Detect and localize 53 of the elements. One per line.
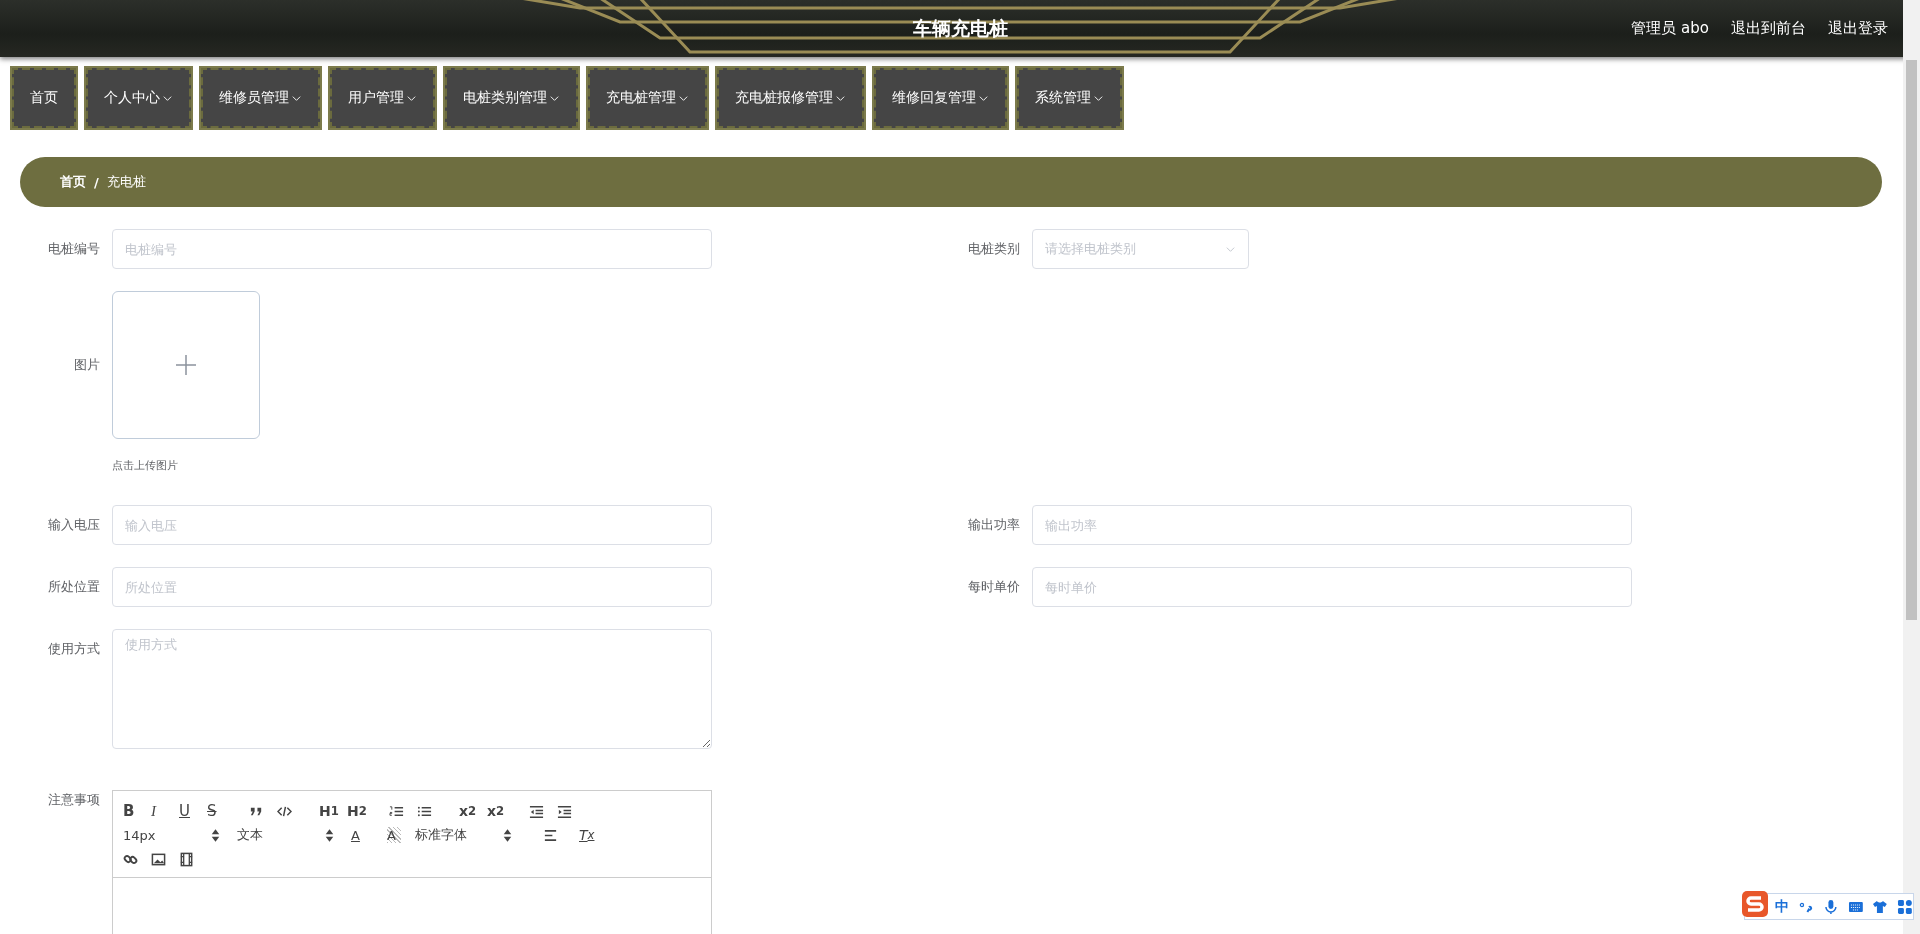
site-title: 车辆充电桩 [912, 15, 1008, 41]
bold-button[interactable]: B [123, 799, 151, 823]
image-icon [151, 851, 166, 867]
microphone-icon[interactable] [1822, 898, 1839, 915]
nav-menu-item[interactable]: 维修回复管理 [872, 66, 1009, 130]
breadcrumb-item[interactable]: 首页 [60, 173, 86, 191]
indent-icon [557, 803, 572, 819]
nav-menu-item[interactable]: 个人中心 [84, 66, 193, 130]
strikethrough-button[interactable]: S [207, 799, 235, 823]
text-input[interactable]: 输入电压 [112, 505, 712, 545]
text-input[interactable]: 每时单价 [1032, 567, 1632, 607]
shirt-icon[interactable] [1872, 898, 1889, 915]
background-color-button[interactable]: A [387, 827, 401, 843]
field-label: 电桩编号 [47, 240, 101, 258]
field-label: 每时单价 [967, 578, 1021, 596]
field-label: 使用方式 [47, 640, 101, 658]
nav-menu-item[interactable]: 充电桩报修管理 [715, 66, 866, 130]
text-input[interactable]: 输出功率 [1032, 505, 1632, 545]
nav-menu-item[interactable]: 系统管理 [1015, 66, 1124, 130]
nav-menu-item[interactable]: 首页 [10, 66, 78, 130]
header-link[interactable]: 管理员 abo [1631, 19, 1709, 38]
field-label: 图片 [73, 356, 101, 374]
format-picker[interactable]: 标准字体 [415, 823, 529, 847]
field-label: 注意事项 [47, 791, 101, 809]
nav-menu-item[interactable]: 用户管理 [328, 66, 437, 130]
font-color-button[interactable]: A [351, 823, 379, 847]
field-label: 所处位置 [47, 578, 101, 596]
ime-mode-toggle[interactable]: 中 [1775, 897, 1789, 916]
format-picker[interactable]: 14px [123, 823, 237, 847]
textarea-field[interactable]: 使用方式 [112, 629, 712, 749]
breadcrumb-item: 充电桩 [106, 173, 146, 191]
text-input[interactable]: 所处位置 [112, 567, 712, 607]
upload-hint: 点击上传图片 [112, 458, 179, 473]
field-label: 输出功率 [967, 516, 1021, 534]
header-link[interactable]: 退出到前台 [1731, 19, 1806, 38]
nav-menu-item[interactable]: 电桩类别管理 [443, 66, 580, 130]
grid-icon[interactable] [1897, 898, 1913, 915]
underline-button[interactable]: U [179, 799, 207, 823]
scrollbar[interactable] [1903, 0, 1920, 934]
italic-button[interactable]: I [151, 799, 179, 823]
plus-icon [175, 354, 197, 376]
ordered-list-icon [389, 803, 404, 819]
nav-menu-item[interactable]: 充电桩管理 [586, 66, 709, 130]
header-link[interactable]: 退出登录 [1828, 19, 1888, 38]
breadcrumb-separator: / [94, 174, 99, 190]
field-label: 输入电压 [47, 516, 101, 534]
format-picker[interactable]: 文本 [237, 823, 351, 847]
field-label: 电桩类别 [967, 240, 1021, 258]
text-input[interactable]: 电桩编号 [112, 229, 712, 269]
video-icon [179, 851, 194, 867]
outdent-icon [529, 803, 544, 819]
align-icon [543, 827, 558, 843]
nav-menu-item[interactable]: 维修员管理 [199, 66, 322, 130]
